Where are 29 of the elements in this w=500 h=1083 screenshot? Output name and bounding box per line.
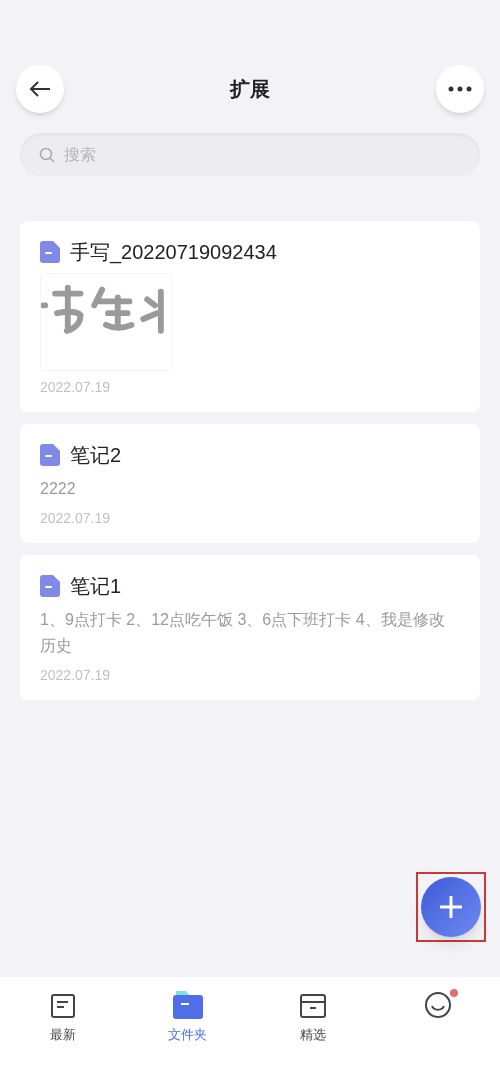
tab-item[interactable]: 最新	[0, 989, 125, 1083]
tab-item[interactable]: 精选	[250, 989, 375, 1083]
search-icon	[39, 147, 55, 163]
note-preview: 2222	[40, 479, 77, 499]
archive-box-icon	[298, 993, 327, 1019]
search-field[interactable]: 搜索	[20, 133, 480, 176]
note-title: 笔记1	[70, 574, 122, 599]
note-date: 2022.07.19	[40, 378, 112, 397]
more-icon	[448, 86, 472, 92]
back-arrow-icon	[29, 81, 51, 97]
note-preview: 1、9点打卡 2、12点吃午饭 3、6点下班打卡 4、我是修改历史	[40, 610, 446, 656]
note-card[interactable]: 手写_20220719092434 2022.07.19	[20, 221, 480, 412]
page-title: 扩展	[230, 77, 270, 102]
document-icon	[40, 241, 60, 263]
plus-icon	[440, 896, 462, 918]
tab-item[interactable]: 文件夹	[125, 989, 250, 1083]
note-date: 2022.07.19	[40, 509, 112, 528]
note-card[interactable]: 笔记2 2222 2022.07.19	[20, 424, 480, 543]
folder-icon	[171, 991, 204, 1019]
note-card[interactable]: 笔记1 1、9点打卡 2、12点吃午饭 3、6点下班打卡 4、我是修改历史 2022.07.19	[20, 555, 480, 700]
note-date: 2022.07.19	[40, 666, 112, 685]
back-button[interactable]	[16, 65, 64, 113]
note-title: 笔记2	[70, 443, 122, 468]
more-button[interactable]	[436, 65, 484, 113]
document-icon	[40, 575, 60, 597]
smiley-icon	[423, 991, 452, 1019]
document-icon	[40, 444, 60, 466]
note-title: 手写_20220719092434	[70, 240, 277, 266]
note-icon	[49, 993, 76, 1019]
